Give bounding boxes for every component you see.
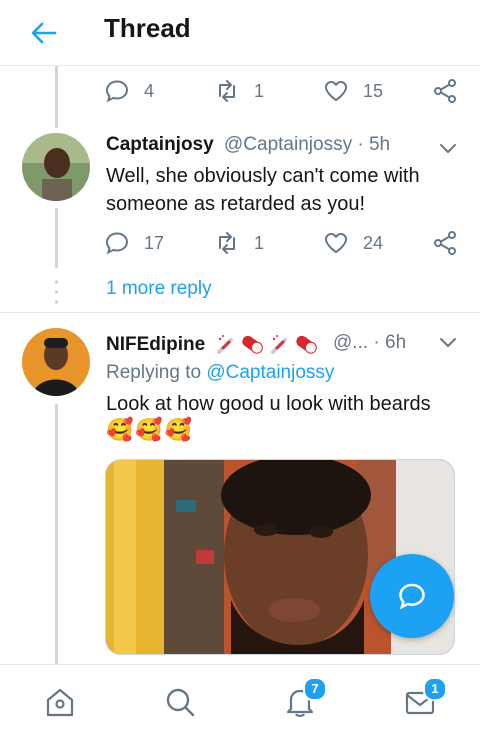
back-arrow-icon[interactable] xyxy=(28,17,60,49)
retweet-button[interactable]: 1 xyxy=(214,228,264,258)
search-icon xyxy=(166,688,195,717)
chevron-down-icon[interactable] xyxy=(437,331,459,353)
tweet-handle-time: @Captainjossy · 5h xyxy=(224,134,391,155)
replying-to-label: Replying to xyxy=(106,362,202,383)
tweet-actions: 17 1 24 xyxy=(104,228,464,258)
chevron-down-icon[interactable] xyxy=(437,137,459,159)
thread-line xyxy=(55,404,58,666)
tab-messages[interactable]: 1 xyxy=(403,677,447,719)
reply-button[interactable]: 4 xyxy=(104,76,154,106)
bottom-tab-bar: 7 1 xyxy=(0,664,480,734)
handle[interactable]: @Captainjossy xyxy=(224,134,352,155)
reply-button[interactable]: 17 xyxy=(104,228,164,258)
reply-count: 17 xyxy=(144,232,165,253)
tab-home[interactable] xyxy=(43,685,77,719)
share-button[interactable] xyxy=(432,76,458,106)
share-button[interactable] xyxy=(432,228,458,258)
avatar-photo xyxy=(22,328,90,396)
retweet-button[interactable]: 1 xyxy=(214,76,264,106)
display-name-text: NIFEdipine xyxy=(106,334,206,355)
tab-notifications[interactable]: 7 xyxy=(283,677,327,719)
tweet-handle-time: @... · 6h xyxy=(333,332,407,353)
reply-icon xyxy=(105,232,129,255)
reply-icon xyxy=(105,80,129,103)
like-button[interactable]: 15 xyxy=(323,76,383,106)
timestamp: 6h xyxy=(385,332,407,353)
thread-line xyxy=(55,66,58,128)
retweet-count: 1 xyxy=(254,232,265,253)
tab-search[interactable] xyxy=(163,685,197,719)
retweet-icon xyxy=(219,232,235,254)
display-name[interactable]: Captainjosy xyxy=(106,134,214,156)
more-replies-dots-icon xyxy=(54,280,59,304)
more-replies-link[interactable]: 1 more reply xyxy=(106,278,212,300)
display-name[interactable]: NIFEdipine xyxy=(106,332,327,356)
syringe-pill-emoji-icon xyxy=(216,335,317,354)
page-title: Thread xyxy=(104,13,191,43)
avatar[interactable] xyxy=(22,133,90,201)
home-icon xyxy=(46,688,74,717)
avatar[interactable] xyxy=(22,328,90,396)
timestamp: 5h xyxy=(368,134,391,155)
share-icon xyxy=(434,231,456,255)
previous-tweet-actions: 4 1 15 xyxy=(104,76,464,106)
thread-line xyxy=(55,208,58,268)
heart-icon xyxy=(324,232,348,254)
replying-to: Replying to @Captainjossy xyxy=(106,362,334,384)
share-icon xyxy=(434,79,456,103)
like-button[interactable]: 24 xyxy=(323,228,383,258)
notifications-badge: 7 xyxy=(303,677,327,701)
tweet-text: Look at how good u look with beards xyxy=(106,393,431,415)
compose-reply-button[interactable] xyxy=(370,554,454,638)
like-count: 24 xyxy=(363,232,384,253)
like-count: 15 xyxy=(363,80,384,101)
top-bar: Thread xyxy=(0,0,480,66)
retweet-icon xyxy=(219,80,235,102)
reply-count: 4 xyxy=(144,80,155,101)
tweet-emoji: 🥰🥰🥰 xyxy=(106,417,195,442)
replying-to-handle[interactable]: @Captainjossy xyxy=(206,362,334,383)
heart-icon xyxy=(324,80,348,102)
avatar-photo xyxy=(22,133,90,201)
messages-badge: 1 xyxy=(423,677,447,701)
divider xyxy=(0,312,480,313)
tweet-text: Well, she obviously can't come with some… xyxy=(106,165,420,215)
retweet-count: 1 xyxy=(254,80,265,101)
reply-icon xyxy=(399,583,425,610)
handle[interactable]: @... xyxy=(333,332,368,353)
